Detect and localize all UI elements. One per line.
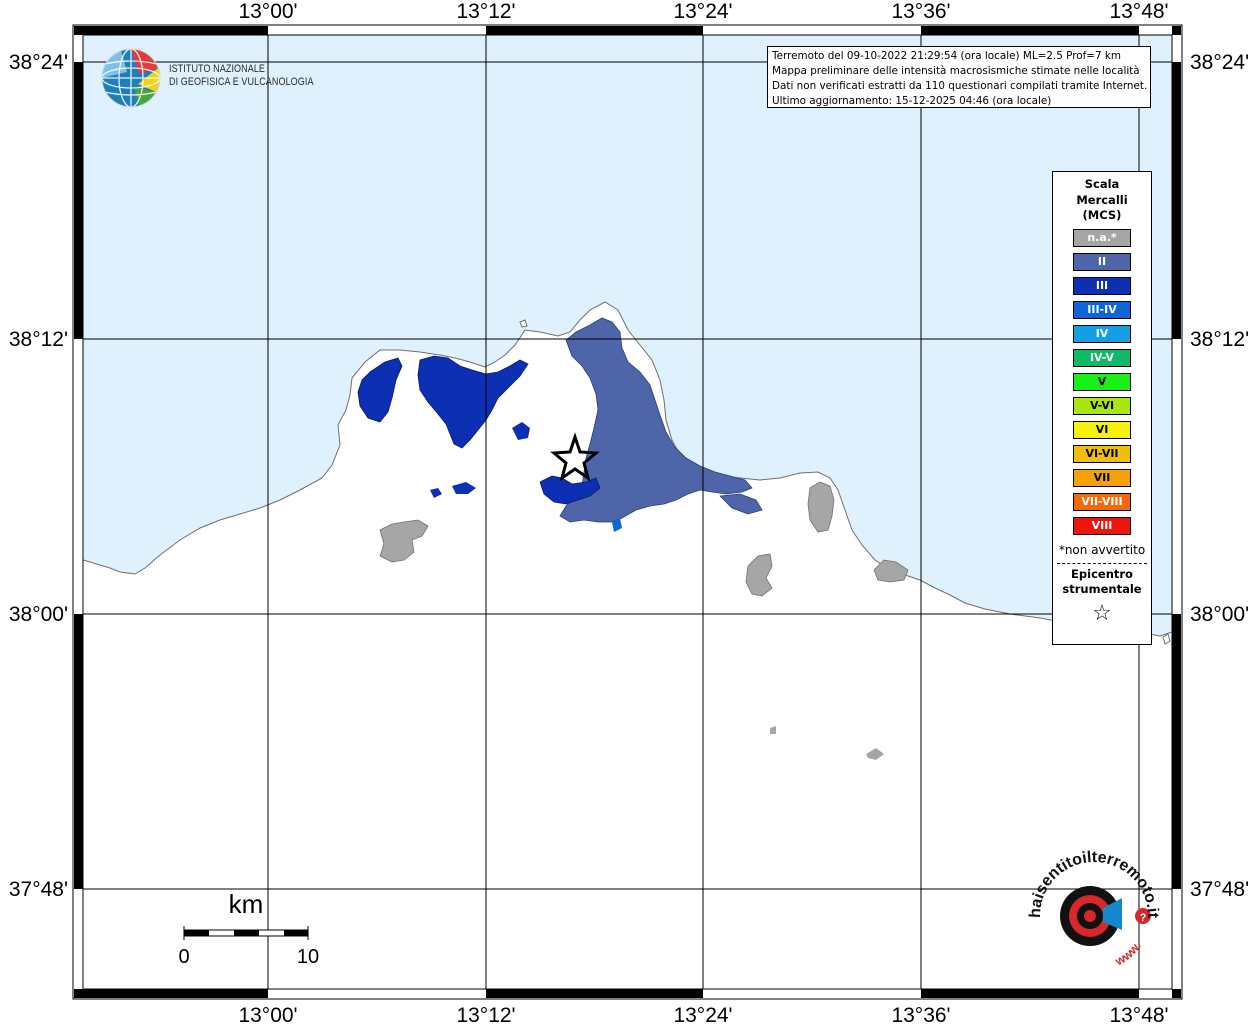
legend-swatch-VI-VII: VI-VII [1073,444,1131,463]
legend-swatch-VII-VIII: VII-VIII [1073,492,1131,511]
lon-label: 13°48' [1109,0,1168,23]
map-area [82,35,1173,989]
institute-name-line1: ISTITUTO NAZIONALE [169,63,266,75]
lat-label: 38°00' [9,603,68,626]
legend-swatch-VII: VII [1073,468,1131,487]
lon-label: 13°36' [891,0,950,23]
legend-swatch-V-VI: V-VI [1073,396,1131,415]
latitude-labels-right: 38°24' 38°12' 38°00' 37°48' [1190,51,1249,901]
lon-label: 13°12' [456,0,515,23]
legend-swatch-IV-V: IV-V [1073,348,1131,367]
data-disclaimer: Dati non verificati estratti da 110 ques… [772,80,1148,92]
event-info-box: Terremoto del 09-10-2022 21:29:54 (ora l… [767,46,1151,108]
lon-label: 13°00' [238,1004,297,1024]
legend-star-icon: ☆ [1092,600,1112,626]
legend-swatch-II: II [1073,252,1131,271]
longitude-labels-bottom: 13°00' 13°12' 13°24' 13°36' 13°48' [238,1004,1168,1024]
legend-swatches: n.a.* II III III-IV IV IV-V V V-VI VI VI… [1053,228,1151,535]
lat-label: 38°12' [9,328,68,351]
last-update: Ultimo aggiornamento: 15-12-2025 04:46 (… [772,95,1052,107]
legend-swatch-III-IV: III-IV [1073,300,1131,319]
institute-name: ISTITUTO NAZIONALE DI GEOFISICA E VULCAN… [169,63,314,89]
lat-label: 38°12' [1190,328,1249,351]
legend-epicenter-label: Epicentro strumentale [1062,566,1142,597]
legend-swatch-VIII: VIII [1073,516,1131,535]
ingv-globe-logo [101,48,161,108]
lon-label: 13°36' [891,1004,950,1024]
legend-swatch-na: n.a.* [1073,228,1131,247]
event-title: Terremoto del 09-10-2022 21:29:54 (ora l… [772,50,1122,62]
lat-label: 37°48' [1190,878,1249,901]
scale-unit-label: km [229,889,264,919]
legend-swatch-VI: VI [1073,420,1131,439]
lon-label: 13°12' [456,1004,515,1024]
lat-label: 38°24' [9,51,68,74]
lat-label: 38°24' [1190,51,1249,74]
latitude-labels-left: 38°24' 38°12' 38°00' 37°48' [9,51,68,901]
mcs-legend: Scala Mercalli (MCS) n.a.* II III III-IV… [1052,171,1152,645]
lon-label: 13°24' [673,1004,732,1024]
longitude-labels-top: 13°00' 13°12' 13°24' 13°36' 13°48' [238,0,1168,23]
scale-start-label: 0 [178,946,189,968]
lat-label: 37°48' [9,878,68,901]
lon-label: 13°48' [1109,1004,1168,1024]
legend-swatch-V: V [1073,372,1131,391]
legend-swatch-III: III [1073,276,1131,295]
lon-label: 13°00' [238,0,297,23]
lat-label: 38°00' [1190,603,1249,626]
scale-end-label: 10 [297,946,319,968]
institute-name-line2: DI GEOFISICA E VULCANOLOGIA [169,76,314,88]
legend-swatch-IV: IV [1073,324,1131,343]
legend-separator [1057,562,1147,564]
legend-title: Scala Mercalli (MCS) [1076,177,1128,222]
map-description: Mappa preliminare delle intensità macros… [772,65,1140,77]
lon-label: 13°24' [673,0,732,23]
legend-not-felt-note: *non avvertito [1058,542,1146,557]
